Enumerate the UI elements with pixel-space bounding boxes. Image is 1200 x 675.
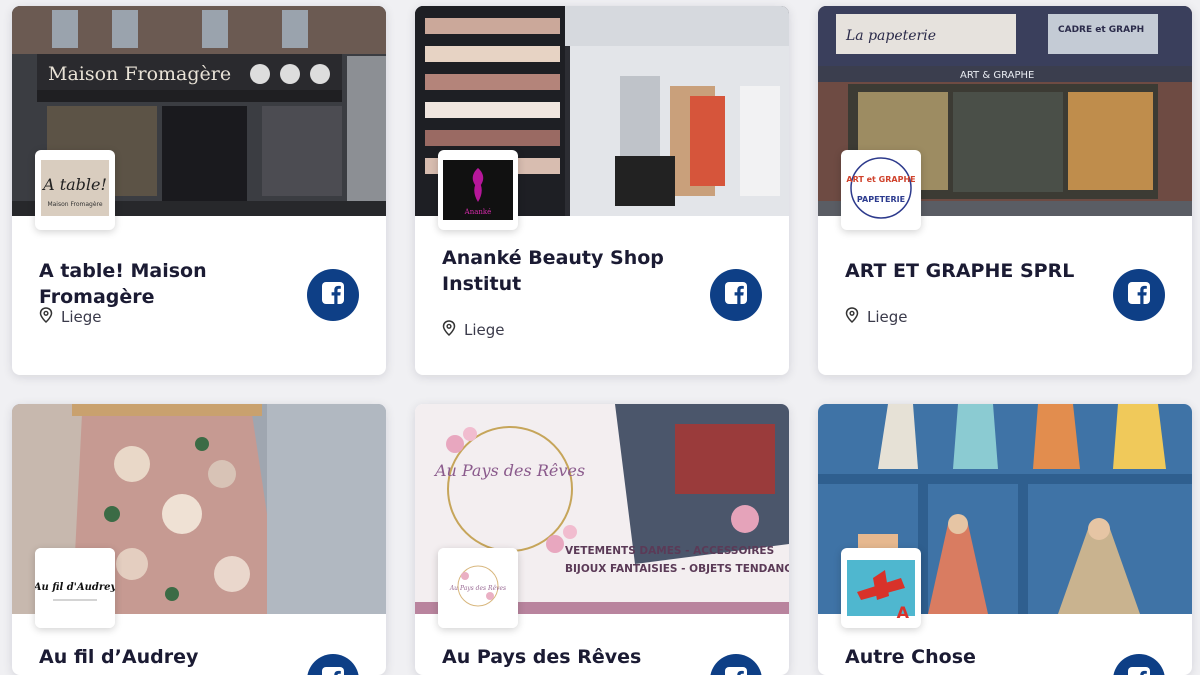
facebook-button[interactable] [307, 654, 359, 675]
shop-location: Liege [442, 320, 505, 340]
shop-grid: Maison Fromagère A table! Maison Fromagè… [0, 0, 1200, 675]
svg-text:Au Pays des Rêves: Au Pays des Rêves [449, 585, 506, 592]
shop-name[interactable]: ART ET GRAPHE SPRL [845, 258, 1115, 284]
shop-name[interactable]: Ananké Beauty Shop Institut [442, 245, 712, 297]
facebook-button[interactable] [710, 269, 762, 321]
shop-logo: ART et GRAPHE PAPETERIE [841, 150, 921, 230]
shop-name[interactable]: A table! Maison Fromagère [39, 258, 309, 310]
location-pin-icon [845, 307, 859, 327]
svg-text:Au fil d'Audrey: Au fil d'Audrey [35, 582, 115, 593]
svg-text:ART et GRAPHE: ART et GRAPHE [846, 175, 915, 184]
svg-text:A table!: A table! [41, 175, 107, 194]
svg-text:Maison Fromagère: Maison Fromagère [47, 201, 102, 208]
facebook-icon [724, 281, 748, 309]
facebook-button[interactable] [710, 654, 762, 675]
shop-sign-text: CADRE et GRAPH [1058, 25, 1144, 35]
shop-location-label: Liege [867, 308, 908, 326]
facebook-icon [1127, 281, 1151, 309]
shop-name[interactable]: Au fil d’Audrey [39, 644, 309, 670]
facebook-button[interactable] [1113, 654, 1165, 675]
shop-sign-text: ART & GRAPHE [960, 70, 1034, 81]
shop-card[interactable]: A Autre Chose [818, 404, 1192, 675]
photo-script-text: Au Pays des Rêves [433, 461, 585, 480]
shop-location: Liege [39, 307, 102, 327]
shop-card[interactable]: La papeterie CADRE et GRAPH ART & GRAPHE… [818, 6, 1192, 375]
shop-logo: Au fil d'Audrey [35, 548, 115, 628]
shop-logo: Ananké [438, 150, 518, 230]
shop-location-label: Liege [464, 321, 505, 339]
shop-card[interactable]: Ananké Ananké Beauty Shop Institut Liege [415, 6, 789, 375]
shop-location: Liege [845, 307, 908, 327]
shop-sign-text: La papeterie [845, 28, 936, 44]
shop-name[interactable]: Autre Chose [845, 644, 1115, 670]
facebook-icon [321, 666, 345, 675]
shop-logo: Au Pays des Rêves [438, 548, 518, 628]
facebook-button[interactable] [307, 269, 359, 321]
svg-text:Ananké: Ananké [464, 208, 492, 216]
shop-sign-text: Maison Fromagère [48, 63, 231, 85]
shop-name[interactable]: Au Pays des Rêves [442, 644, 712, 670]
facebook-icon [321, 281, 345, 309]
shop-card[interactable]: Au fil d'Audrey Au fil d’Audrey [12, 404, 386, 675]
location-pin-icon [442, 320, 456, 340]
facebook-icon [1127, 666, 1151, 675]
shop-logo: A table! Maison Fromagère [35, 150, 115, 230]
svg-text:PAPETERIE: PAPETERIE [857, 195, 905, 204]
shop-location-label: Liege [61, 308, 102, 326]
photo-tagline-text: BIJOUX FANTAISIES - OBJETS TENDANCES [565, 563, 789, 575]
shop-logo: A [841, 548, 921, 628]
svg-text:A: A [897, 603, 910, 622]
facebook-icon [724, 666, 748, 675]
photo-tagline-text: VETEMENTS DAMES - ACCESSOIRES [565, 545, 774, 557]
facebook-button[interactable] [1113, 269, 1165, 321]
shop-card[interactable]: Au Pays des Rêves VETEMENTS DAMES - ACCE… [415, 404, 789, 675]
shop-card[interactable]: Maison Fromagère A table! Maison Fromagè… [12, 6, 386, 375]
location-pin-icon [39, 307, 53, 327]
